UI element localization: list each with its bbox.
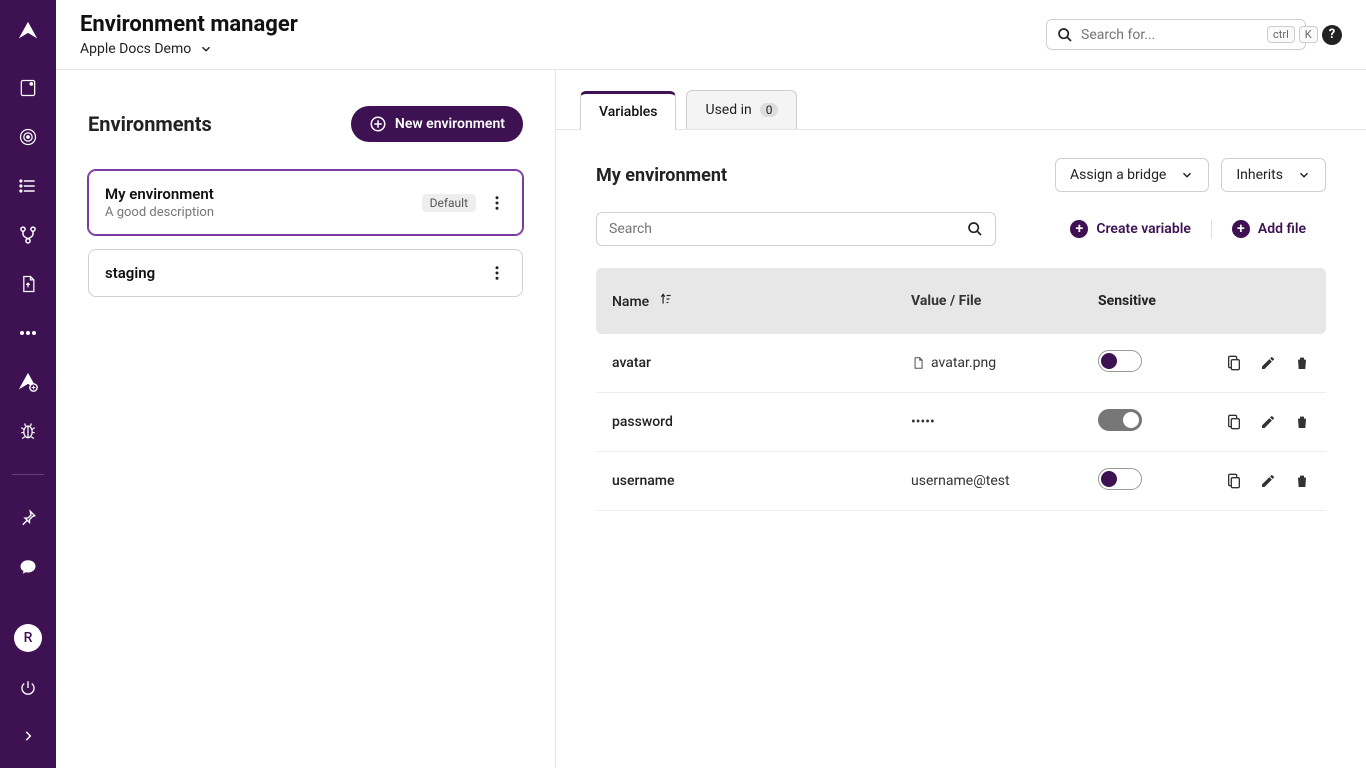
env-name: My environment <box>105 185 410 203</box>
logo-icon[interactable] <box>17 20 39 46</box>
sensitive-toggle[interactable] <box>1098 350 1142 372</box>
var-name: avatar <box>596 334 895 393</box>
col-value-header: Value / File <box>895 268 1082 334</box>
delete-icon[interactable] <box>1294 414 1310 430</box>
nav-power-icon[interactable] <box>16 676 40 700</box>
search-icon <box>967 221 983 237</box>
nav-target-icon[interactable] <box>16 125 40 149</box>
sensitive-toggle[interactable] <box>1098 409 1142 431</box>
used-in-count: 0 <box>760 103 779 117</box>
nav-settings-icon[interactable] <box>16 370 40 394</box>
more-vertical-icon <box>488 264 506 282</box>
copy-icon[interactable] <box>1226 414 1242 430</box>
variables-panel: Variables Used in 0 My environment Assig… <box>556 70 1366 768</box>
search-icon <box>1057 27 1073 43</box>
edit-icon[interactable] <box>1260 473 1276 489</box>
edit-icon[interactable] <box>1260 414 1276 430</box>
table-row: avatar avatar.png <box>596 334 1326 393</box>
env-more-button[interactable] <box>488 194 506 212</box>
var-name: password <box>596 393 895 452</box>
table-row: username username@test <box>596 452 1326 511</box>
plus-icon: + <box>1232 220 1250 238</box>
sensitive-toggle[interactable] <box>1098 468 1142 490</box>
assign-bridge-dropdown[interactable]: Assign a bridge <box>1055 158 1209 192</box>
env-card-staging[interactable]: staging <box>88 249 523 297</box>
copy-icon[interactable] <box>1226 355 1242 371</box>
nav-workspace-icon[interactable] <box>16 76 40 100</box>
chevron-down-icon <box>1180 168 1194 182</box>
environments-title: Environments <box>88 112 212 136</box>
panel-title: My environment <box>596 165 1043 186</box>
nav-file-icon[interactable] <box>16 272 40 296</box>
env-description: A good description <box>105 205 410 220</box>
project-selector[interactable]: Apple Docs Demo <box>80 41 298 57</box>
page-title: Environment manager <box>80 12 298 37</box>
header: Environment manager Apple Docs Demo ctrl… <box>56 0 1366 70</box>
delete-icon[interactable] <box>1294 355 1310 371</box>
new-environment-button[interactable]: New environment <box>351 106 523 142</box>
env-name: staging <box>105 264 476 282</box>
var-value: ••••• <box>895 393 1082 452</box>
chevron-down-icon <box>1297 168 1311 182</box>
more-vertical-icon <box>488 194 506 212</box>
variable-search-input[interactable] <box>609 221 967 237</box>
nav-chat-icon[interactable] <box>16 555 40 579</box>
variables-table: Name Value / File Sensitive avatar <box>596 268 1326 511</box>
delete-icon[interactable] <box>1294 473 1310 489</box>
nav-pin-icon[interactable] <box>16 506 40 530</box>
sort-icon <box>659 292 673 306</box>
nav-list-icon[interactable] <box>16 174 40 198</box>
user-avatar[interactable]: R <box>14 624 42 652</box>
chevron-down-icon <box>199 42 213 56</box>
nav-branch-icon[interactable] <box>16 223 40 247</box>
var-value: avatar.png <box>931 355 996 371</box>
env-card-my-environment[interactable]: My environment A good description Defaul… <box>88 170 523 235</box>
default-badge: Default <box>422 194 476 212</box>
variable-search[interactable] <box>596 212 996 246</box>
nav-bug-icon[interactable] <box>16 419 40 443</box>
plus-icon: + <box>1070 220 1088 238</box>
create-variable-button[interactable]: + Create variable <box>1050 220 1211 238</box>
file-icon <box>911 356 925 370</box>
environments-panel: Environments New environment My environm… <box>56 70 556 768</box>
add-file-button[interactable]: + Add file <box>1211 220 1326 238</box>
inherits-dropdown[interactable]: Inherits <box>1221 158 1326 192</box>
tab-variables[interactable]: Variables <box>580 91 676 130</box>
var-name: username <box>596 452 895 511</box>
tab-used-in[interactable]: Used in 0 <box>686 90 797 129</box>
project-name: Apple Docs Demo <box>80 41 191 57</box>
global-search-input[interactable] <box>1081 27 1259 43</box>
global-search[interactable]: ctrl K <box>1046 19 1306 50</box>
nav-expand-icon[interactable] <box>16 724 40 748</box>
help-icon[interactable]: ? <box>1322 25 1342 45</box>
table-row: password ••••• <box>596 393 1326 452</box>
edit-icon[interactable] <box>1260 355 1276 371</box>
col-sensitive-header: Sensitive <box>1082 268 1210 334</box>
col-name-header[interactable]: Name <box>596 268 895 334</box>
shortcut-hint: ctrl K <box>1267 26 1318 43</box>
copy-icon[interactable] <box>1226 473 1242 489</box>
sidebar: R <box>0 0 56 768</box>
env-more-button[interactable] <box>488 264 506 282</box>
plus-circle-icon <box>369 115 387 133</box>
nav-more-icon[interactable] <box>16 321 40 345</box>
var-value: username@test <box>895 452 1082 511</box>
